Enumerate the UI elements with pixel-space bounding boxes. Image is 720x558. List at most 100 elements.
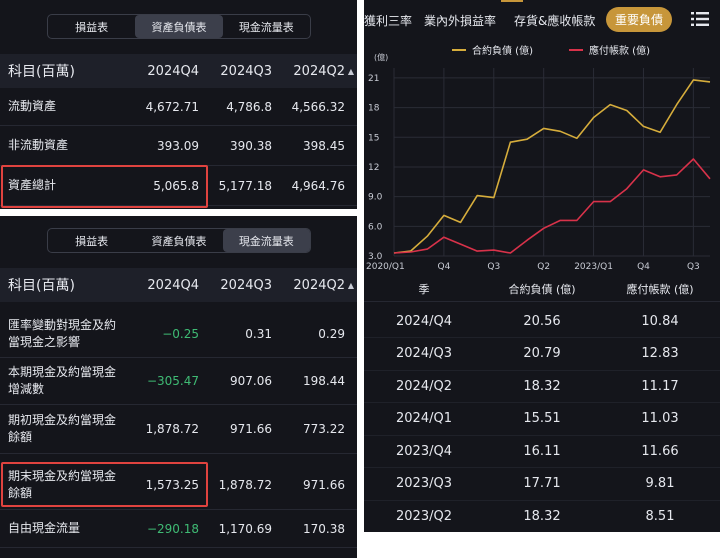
cash-flow-panel: 損益表 資產負債表 現金流量表 科目(百萬) 2024Q4 2024Q3 202… (0, 216, 357, 558)
table-row: 本期現金及約當現金增減數 −305.47 907.06 198.44 (0, 358, 357, 405)
tab-income-statement[interactable]: 損益表 (48, 229, 135, 252)
quarter-cell: 2023/Q3 (396, 476, 452, 491)
list-menu-icon[interactable] (691, 12, 709, 26)
contract-liab-cell: 15.51 (523, 411, 561, 426)
contract-liab-cell: 20.79 (523, 346, 561, 361)
table-row: 2024/Q4 20.56 10.84 (364, 305, 720, 338)
table-header: 科目(百萬) 2024Q4 2024Q3 2024Q2 ▲ (0, 268, 357, 302)
y-tick-label: 15 (368, 133, 379, 143)
row-value: 390.38 (230, 138, 272, 153)
contract-liab-cell: 20.56 (523, 313, 561, 329)
y-tick-label: 21 (368, 74, 379, 84)
liabilities-panel: 獲利三率 業內外損益率 存貨&應收帳款 重要負債 合約負債 (億) 應付帳款 (… (364, 0, 720, 532)
quarter-cell: 2024/Q2 (396, 378, 452, 394)
table-row: 非流動資產 393.09 390.38 398.45 (0, 126, 357, 166)
table-header: 季 合約負債 (億) 應付帳款 (億) (364, 276, 720, 302)
row-value: 971.66 (303, 478, 345, 492)
tab-income-statement[interactable]: 損益表 (48, 15, 135, 38)
highlight-box (1, 165, 208, 208)
legend-item[interactable]: 應付帳款 (億) (569, 42, 650, 57)
highlight-box (1, 462, 208, 507)
payables-cell: 12.83 (641, 346, 679, 361)
nav-inventory-receivables[interactable]: 存貨&應收帳款 (514, 12, 595, 29)
nav-non-operating[interactable]: 業內外損益率 (424, 12, 496, 29)
nav-key-liabilities[interactable]: 重要負債 (606, 7, 673, 32)
x-tick-label: Q2 (537, 262, 550, 272)
row-value: −305.47 (146, 374, 199, 388)
table-row: 流動資產 4,672.71 4,786.8 4,566.32 (0, 88, 357, 126)
row-value: 398.45 (303, 138, 345, 153)
row-value: 4,964.76 (291, 178, 345, 193)
row-label: 本期現金及約當現金增減數 (8, 365, 117, 396)
row-value: 4,786.8 (226, 99, 272, 114)
table-row: 2024/Q1 15.51 11.03 (364, 403, 720, 436)
header-payables: 應付帳款 (億) (626, 282, 694, 296)
y-tick-label: 3.0 (368, 252, 383, 262)
row-value: −0.25 (162, 327, 199, 341)
row-label: 期初現金及約當現金餘額 (8, 413, 117, 444)
legend-item[interactable]: 合約負債 (億) (452, 42, 533, 57)
table-row: 自由現金流量 −290.18 1,170.69 170.38 (0, 510, 357, 548)
legend-label: 應付帳款 (億) (589, 46, 650, 57)
x-tick-label: Q3 (687, 262, 700, 272)
y-tick-label: 18 (368, 104, 380, 114)
tab-balance-sheet[interactable]: 資產負債表 (135, 229, 222, 252)
balance-sheet-panel: 損益表 資產負債表 現金流量表 科目(百萬) 2024Q4 2024Q3 202… (0, 0, 357, 209)
x-tick-label: Q4 (637, 262, 650, 272)
header-label: 科目(百萬) (8, 278, 75, 294)
row-value: 198.44 (303, 374, 345, 388)
header-label: 科目(百萬) (8, 64, 75, 80)
y-tick-label: 12 (368, 163, 379, 173)
statement-tabs: 損益表 資產負債表 現金流量表 (47, 14, 311, 39)
row-value: 0.29 (318, 327, 345, 341)
tab-cash-flow[interactable]: 現金流量表 (223, 15, 310, 38)
header-col-1[interactable]: 2024Q4 (126, 64, 199, 79)
quarter-cell: 2023/Q2 (396, 508, 452, 524)
row-value: 773.22 (303, 422, 345, 436)
row-value: −290.18 (146, 521, 199, 536)
row-value: 170.38 (303, 521, 345, 536)
row-label: 自由現金流量 (8, 521, 81, 535)
header-col-3[interactable]: 2024Q2 (272, 64, 345, 79)
header-col-2[interactable]: 2024Q3 (199, 64, 272, 79)
contract-liab-cell: 18.32 (523, 378, 561, 394)
table-row: 2023/Q3 17.71 9.81 (364, 468, 720, 501)
row-value: 1,170.69 (218, 521, 272, 536)
header-col-2[interactable]: 2024Q3 (199, 278, 272, 293)
legend-swatch-gold (452, 48, 466, 51)
row-label: 非流動資產 (8, 138, 69, 152)
x-tick-label: Q3 (487, 262, 500, 272)
contract-liab-cell: 17.71 (523, 476, 561, 491)
top-nav: 獲利三率 業內外損益率 存貨&應收帳款 重要負債 (364, 0, 720, 38)
tab-cash-flow[interactable]: 現金流量表 (222, 229, 310, 252)
header-quarter: 季 (418, 282, 430, 296)
nav-profit-ratios[interactable]: 獲利三率 (364, 12, 412, 29)
tab-balance-sheet[interactable]: 資產負債表 (135, 15, 223, 38)
table-row: 2023/Q2 18.32 8.51 (364, 500, 720, 532)
table-row: 匯率變動對現金及約當現金之影響 −0.25 0.31 0.29 (0, 311, 357, 358)
x-tick-label: 2020/Q1 (366, 262, 405, 272)
payables-cell: 11.66 (641, 443, 679, 459)
quarter-cell: 2023/Q4 (396, 443, 452, 459)
sort-triangle-icon[interactable]: ▲ (345, 281, 357, 290)
sort-triangle-icon[interactable]: ▲ (345, 67, 357, 76)
header-col-3[interactable]: 2024Q2 (272, 278, 345, 293)
statement-tabs: 損益表 資產負債表 現金流量表 (47, 228, 311, 253)
quarter-cell: 2024/Q1 (396, 411, 452, 426)
y-tick-label: 9.0 (368, 193, 383, 203)
row-label: 匯率變動對現金及約當現金之影響 (8, 318, 117, 349)
row-value: 393.09 (157, 138, 199, 153)
line-chart[interactable]: 3.0 6.0 9.0 12 15 18 21 2020/Q1 Q4 Q3 Q2 2023/Q1 Q4 Q… (364, 60, 720, 276)
contract-liab-cell: 16.11 (523, 443, 561, 459)
table-header: 科目(百萬) 2024Q4 2024Q3 2024Q2 ▲ (0, 54, 357, 88)
row-value: 0.31 (245, 327, 272, 341)
row-label: 流動資產 (8, 99, 57, 113)
legend-swatch-red (569, 48, 583, 51)
row-value: 4,566.32 (291, 99, 345, 114)
payables-cell: 11.17 (641, 378, 679, 394)
row-value: 907.06 (230, 374, 272, 388)
payables-cell: 8.51 (645, 508, 675, 524)
payables-cell: 10.84 (641, 313, 679, 329)
header-col-1[interactable]: 2024Q4 (126, 278, 199, 293)
quarter-cell: 2024/Q3 (396, 346, 452, 361)
